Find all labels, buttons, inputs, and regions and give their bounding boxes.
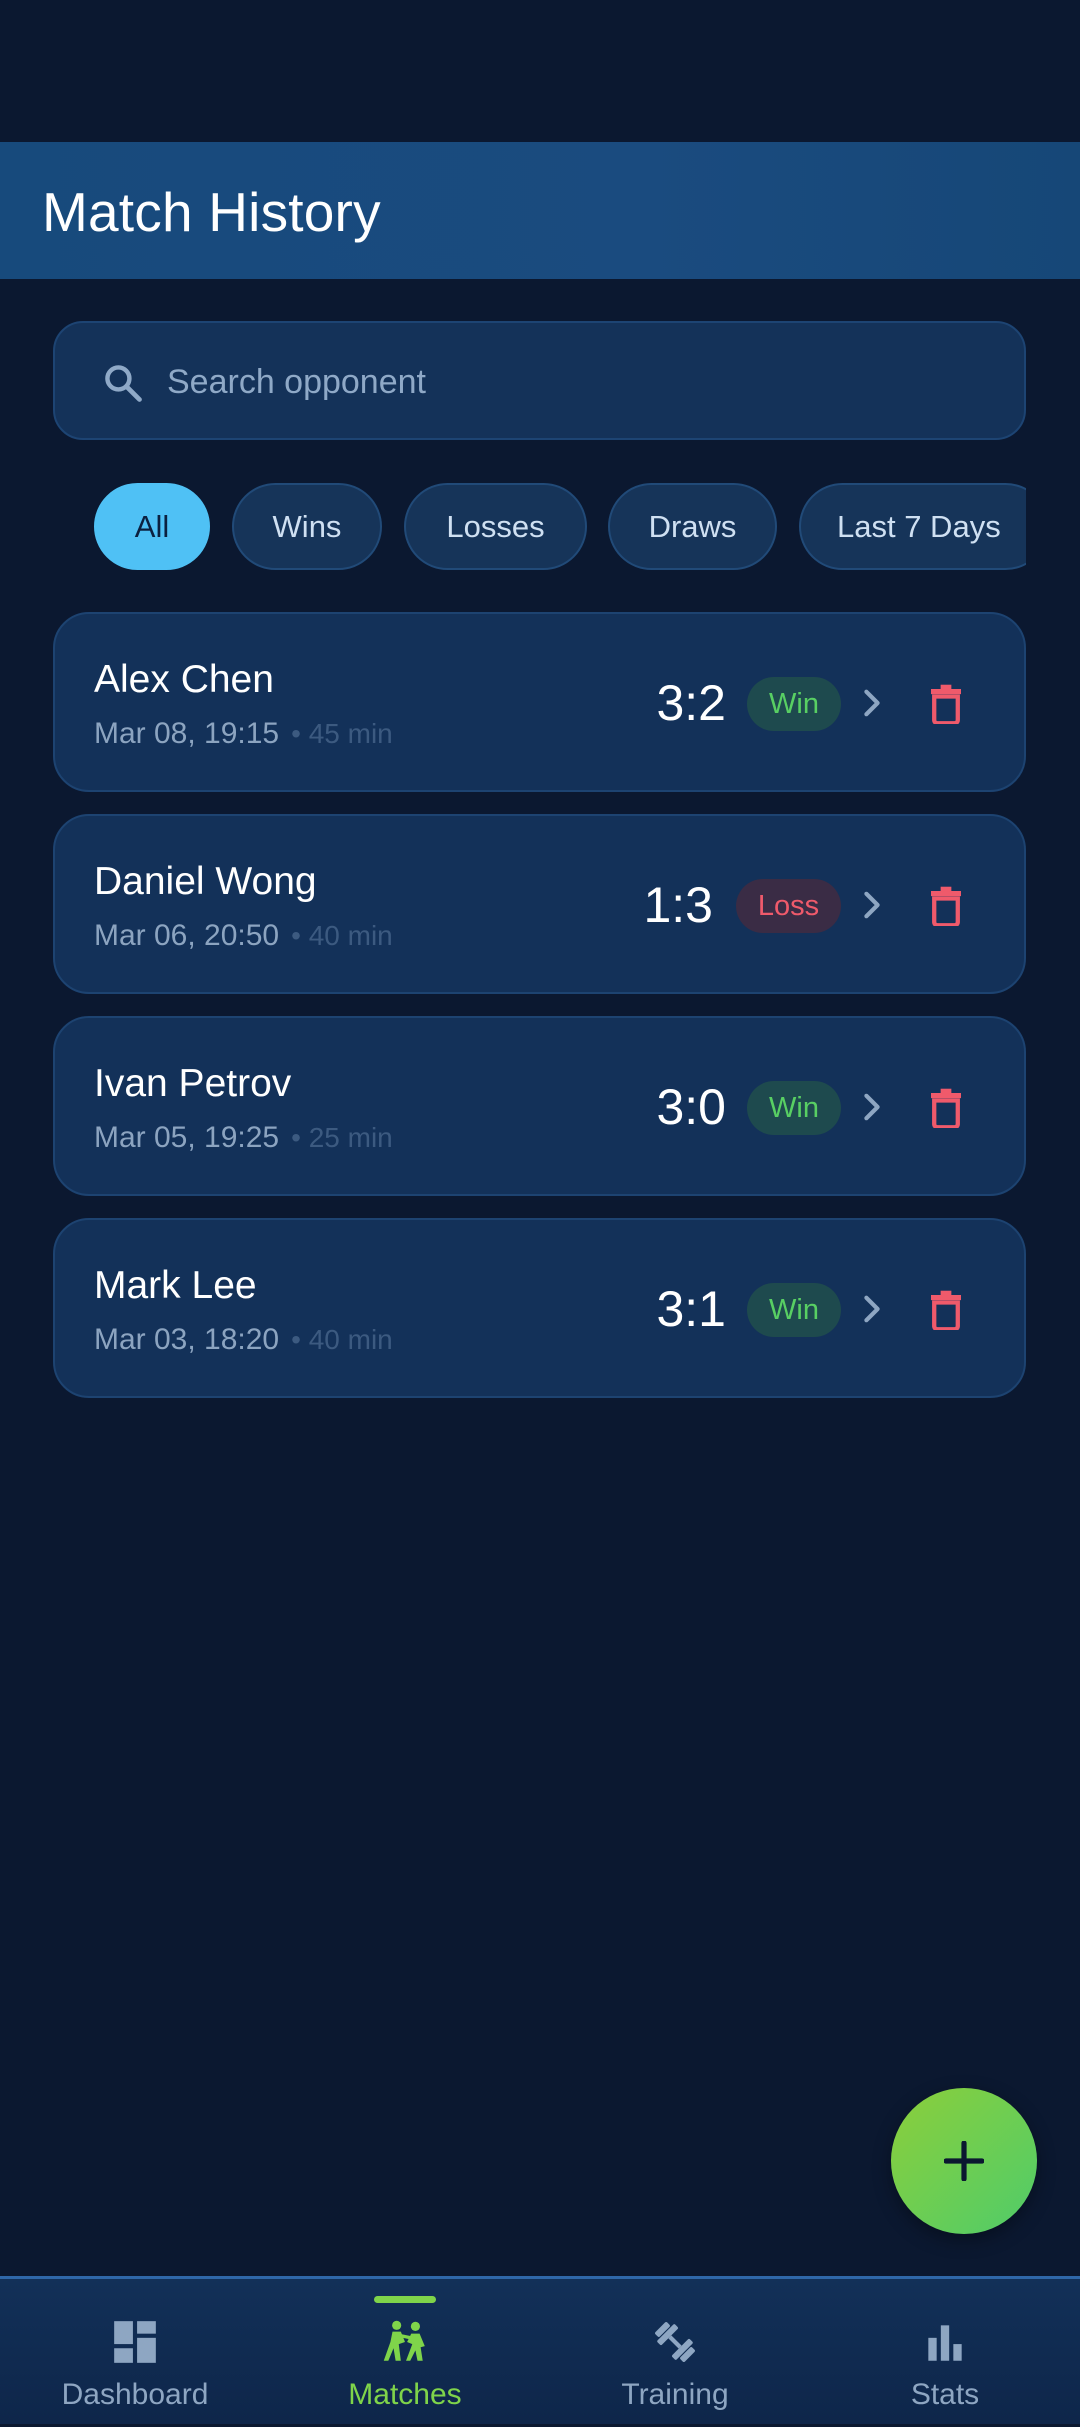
opponent-name: Daniel Wong	[94, 860, 317, 903]
nav-label: Training	[621, 2378, 729, 2411]
delete-icon[interactable]	[931, 1290, 961, 1330]
app-bar: Match History	[0, 142, 1080, 279]
match-duration: • 45 min	[291, 718, 393, 749]
match-datetime: Mar 08, 19:15	[94, 717, 280, 750]
match-datetime: Mar 06, 20:50	[94, 919, 280, 952]
match-duration: • 40 min	[291, 1324, 393, 1355]
opponent-name: Mark Lee	[94, 1264, 257, 1307]
search-input[interactable]	[167, 347, 987, 417]
bar-chart-icon	[928, 2325, 962, 2361]
match-duration: • 40 min	[291, 920, 393, 951]
match-card[interactable]: Alex Chen Mar 08, 19:15 • 45 min 3:2 Win	[53, 612, 1026, 792]
delete-icon[interactable]	[931, 684, 961, 724]
dashboard-icon	[114, 2321, 156, 2363]
add-match-button[interactable]	[891, 2088, 1037, 2234]
chevron-right-icon[interactable]	[862, 1092, 882, 1122]
chevron-right-icon[interactable]	[862, 1294, 882, 1324]
page-title: Match History	[42, 181, 381, 243]
match-meta: Mar 08, 19:15 • 45 min	[94, 717, 393, 751]
match-score: 3:1	[656, 1281, 726, 1337]
opponent-name: Alex Chen	[94, 658, 274, 701]
nav-item-stats[interactable]: Stats	[810, 2279, 1080, 2427]
nav-item-matches[interactable]: Matches	[270, 2279, 540, 2427]
match-datetime: Mar 03, 18:20	[94, 1323, 280, 1356]
nav-label: Matches	[348, 2378, 462, 2411]
result-badge: Loss	[736, 879, 841, 933]
search-bar[interactable]	[53, 321, 1026, 440]
result-badge: Win	[747, 1081, 841, 1135]
delete-icon[interactable]	[931, 1088, 961, 1128]
match-meta: Mar 06, 20:50 • 40 min	[94, 919, 393, 953]
match-meta: Mar 05, 19:25 • 25 min	[94, 1121, 393, 1155]
active-indicator	[374, 2296, 436, 2303]
filter-chips: All Wins Losses Draws Last 7 Days	[94, 483, 1026, 570]
match-score: 3:2	[656, 675, 726, 731]
match-duration: • 25 min	[291, 1122, 393, 1153]
opponent-name: Ivan Petrov	[94, 1062, 292, 1105]
filter-chip-all[interactable]: All	[94, 483, 210, 570]
delete-icon[interactable]	[931, 886, 961, 926]
filter-chip-draws[interactable]: Draws	[608, 483, 777, 570]
search-icon	[105, 365, 142, 402]
match-card[interactable]: Ivan Petrov Mar 05, 19:25 • 25 min 3:0 Wi…	[53, 1016, 1026, 1196]
dumbbell-icon	[655, 2322, 695, 2362]
chevron-right-icon[interactable]	[862, 688, 882, 718]
match-score: 3:0	[656, 1079, 726, 1135]
filter-chip-last-7-days[interactable]: Last 7 Days	[799, 483, 1026, 570]
match-card[interactable]: Mark Lee Mar 03, 18:20 • 40 min 3:1 Win	[53, 1218, 1026, 1398]
plus-icon	[944, 2141, 984, 2181]
nav-label: Stats	[910, 2378, 980, 2411]
nav-item-dashboard[interactable]: Dashboard	[0, 2279, 270, 2427]
result-badge: Win	[747, 1283, 841, 1337]
filter-chip-losses[interactable]: Losses	[404, 483, 587, 570]
bottom-navigation: Dashboard Matches Training Stats	[0, 2276, 1080, 2424]
match-datetime: Mar 05, 19:25	[94, 1121, 280, 1154]
result-badge: Win	[747, 677, 841, 731]
nav-item-training[interactable]: Training	[540, 2279, 810, 2427]
match-card[interactable]: Daniel Wong Mar 06, 20:50 • 40 min 1:3 Lo…	[53, 814, 1026, 994]
status-bar	[0, 0, 1080, 142]
filter-chip-wins[interactable]: Wins	[232, 483, 382, 570]
chevron-right-icon[interactable]	[862, 890, 882, 920]
sports-matches-icon	[383, 2320, 425, 2361]
nav-label: Dashboard	[61, 2378, 209, 2411]
match-score: 1:3	[643, 877, 713, 933]
match-meta: Mar 03, 18:20 • 40 min	[94, 1323, 393, 1357]
